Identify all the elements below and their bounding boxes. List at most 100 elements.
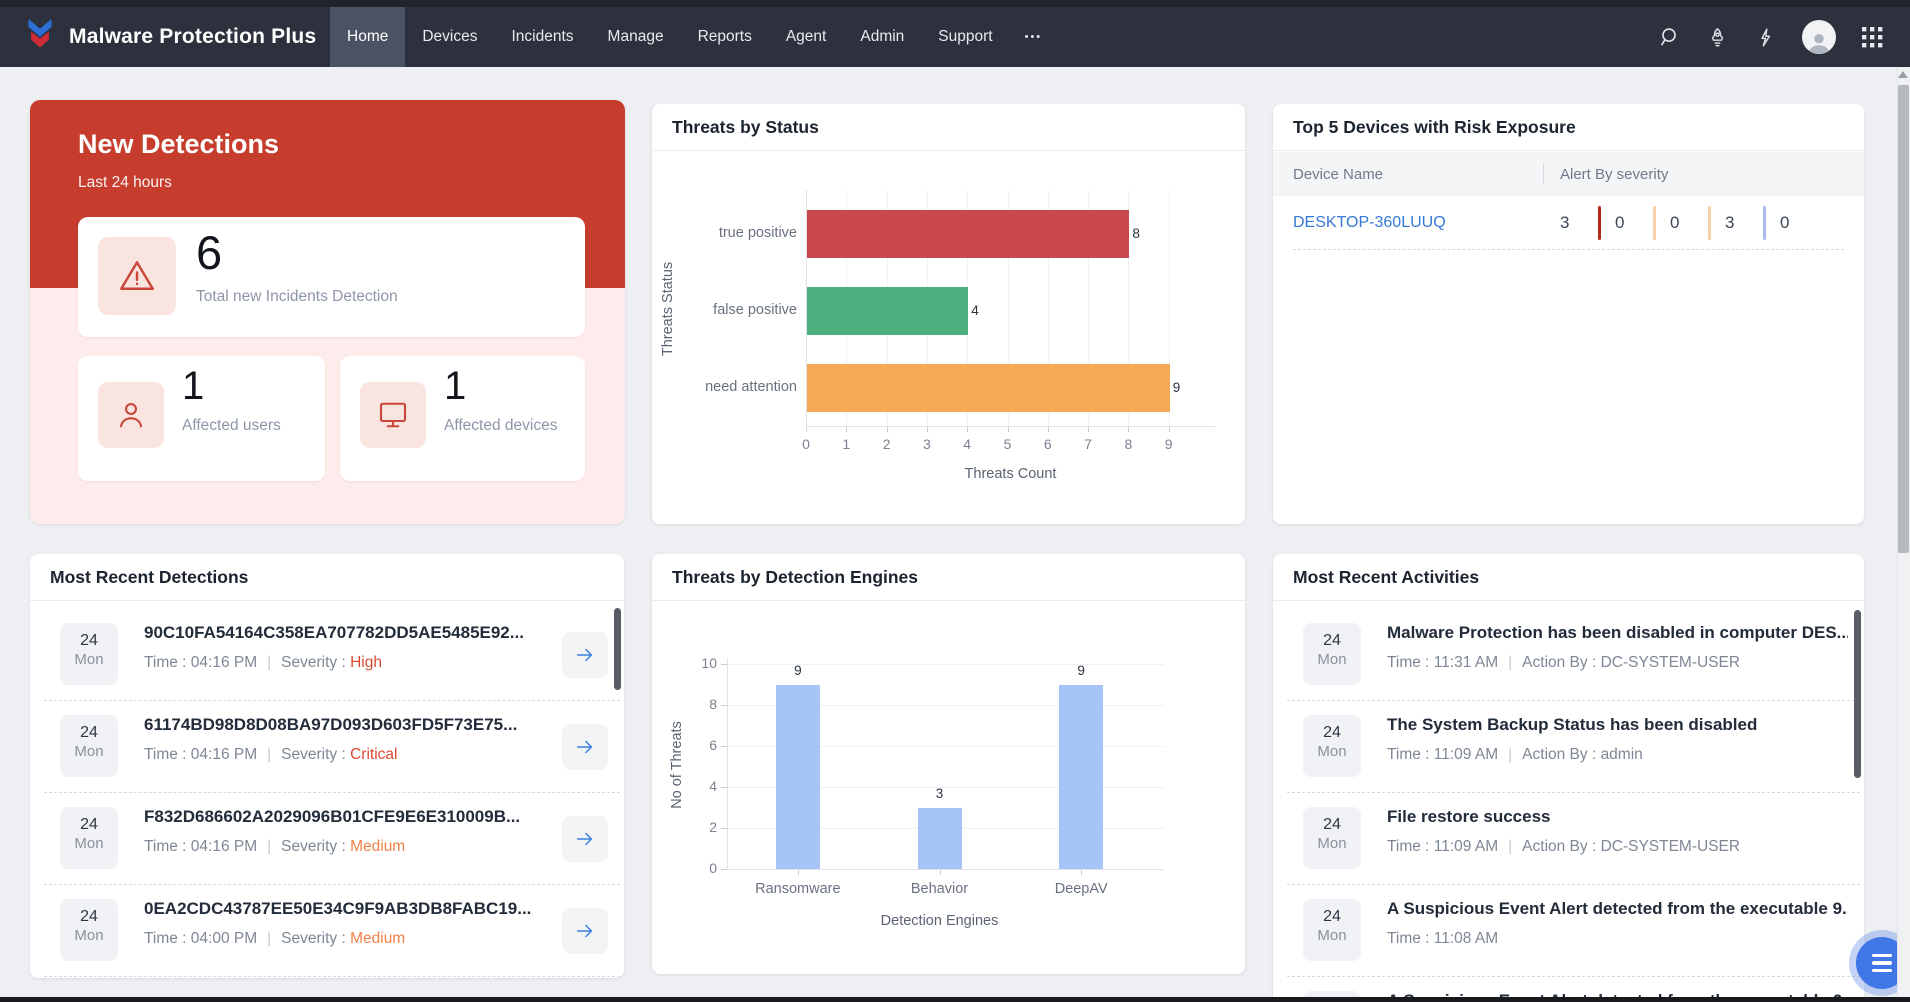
date-badge: 24Mon: [1303, 623, 1361, 685]
recent-detections-list: 24Mon90C10FA54164C358EA707782DD5AE5485E9…: [30, 601, 624, 978]
date-badge: 24Mon: [1303, 715, 1361, 777]
nav-item-manage[interactable]: Manage: [591, 7, 681, 67]
new-detections-subtitle: Last 24 hours: [78, 174, 172, 192]
menu-icon: [1872, 954, 1892, 958]
open-detection-button[interactable]: [562, 816, 608, 862]
engine-bar-behavior: [918, 808, 962, 870]
date-day: 24: [1303, 908, 1361, 926]
user-avatar[interactable]: [1802, 20, 1836, 54]
time-value: Time : 04:16 PM: [144, 654, 257, 671]
page-scrollbar-track[interactable]: [1897, 67, 1910, 997]
date-weekday: Mon: [1303, 651, 1361, 668]
nav-item-support[interactable]: Support: [921, 7, 1009, 67]
severity-label: Severity :: [281, 930, 350, 947]
recent-activities-card: Most Recent Activities 24MonMalware Prot…: [1273, 554, 1864, 1002]
page-scrollbar-thumb[interactable]: [1898, 85, 1909, 553]
activity-text: Malware Protection has been disabled in …: [1387, 623, 1848, 643]
top-nav: Malware Protection Plus HomeDevicesIncid…: [0, 7, 1910, 67]
activity-text: File restore success: [1387, 807, 1740, 827]
activity-row: 24Mon File restore success Time : 11:09 AM…: [1273, 793, 1864, 885]
new-detections-card: New Detections Last 24 hours 6 Total new…: [30, 100, 625, 524]
status-bar-false-positive: [807, 287, 968, 335]
nav-item-admin[interactable]: Admin: [843, 7, 921, 67]
detection-hash: F832D686602A2029096B01CFE9E6E310009B...: [144, 807, 520, 827]
row-meta: Time : 04:16 PM|Severity : High: [144, 654, 524, 672]
device-name-link[interactable]: DESKTOP-360LUUQ: [1273, 214, 1543, 232]
warning-triangle-icon: [98, 237, 176, 315]
affected-devices-value: 1: [444, 364, 466, 409]
action-by-value: Action By : DC-SYSTEM-USER: [1522, 838, 1740, 855]
activity-row: 24MonA Suspicious Event Alert detected f…: [1273, 885, 1864, 977]
row-meta: Time : 11:31 AM|Action By : DC-SYSTEM-US…: [1387, 654, 1848, 672]
date-day: 24: [60, 908, 118, 926]
severity-label: Severity :: [281, 746, 350, 763]
recent-detections-title: Most Recent Detections: [50, 567, 248, 588]
time-value: Time : 04:16 PM: [144, 746, 257, 763]
recent-detections-card: Most Recent Detections 24Mon90C10FA54164…: [30, 554, 624, 978]
engine-bar-ransomware: [776, 685, 820, 870]
panel-scrollbar-thumb[interactable]: [1854, 610, 1861, 778]
detection-engines-chart: 02468109Ransomware3Behavior9DeepAVDetect…: [652, 601, 1245, 974]
date-weekday: Mon: [1303, 743, 1361, 760]
search-icon[interactable]: [1658, 26, 1681, 49]
open-detection-button[interactable]: [562, 724, 608, 770]
nav-item-reports[interactable]: Reports: [681, 7, 769, 67]
brand: Malware Protection Plus: [0, 7, 330, 67]
date-badge: 24Mon: [60, 899, 118, 961]
nav-item-more[interactable]: •••: [1010, 7, 1058, 67]
severity-count: 0: [1780, 213, 1796, 233]
severity-value: High: [350, 654, 382, 671]
date-weekday: Mon: [1303, 835, 1361, 852]
nav-item-home[interactable]: Home: [330, 7, 405, 67]
nav-item-incidents[interactable]: Incidents: [495, 7, 591, 67]
open-detection-button[interactable]: [562, 632, 608, 678]
detection-row: 24Mon61174BD98D8D08BA97D093D603FD5F73E75…: [30, 701, 624, 793]
activity-text: The System Backup Status has been disabl…: [1387, 715, 1757, 735]
new-detections-title: New Detections: [78, 129, 279, 160]
x-axis-title: Detection Engines: [667, 913, 1212, 929]
severity-value: Medium: [350, 838, 405, 855]
malware-protection-dashboard: Malware Protection Plus HomeDevicesIncid…: [0, 0, 1910, 1002]
detection-hash: 0EA2CDC43787EE50E34C9F9AB3DB8FABC19...: [144, 899, 531, 919]
nav-item-devices[interactable]: Devices: [405, 7, 494, 67]
severity-divider: [1763, 206, 1766, 240]
date-weekday: Mon: [60, 651, 118, 668]
date-day: 24: [1303, 816, 1361, 834]
severity-count: 3: [1560, 213, 1576, 233]
date-badge: 24Mon: [1303, 807, 1361, 869]
row-meta: Time : 04:00 PM|Severity : Medium: [144, 930, 531, 948]
severity-divider: [1598, 206, 1601, 240]
total-incidents-value: 6: [196, 225, 222, 280]
recent-activities-title: Most Recent Activities: [1293, 567, 1479, 588]
detection-row: 24Mon 0EA2CDC43787EE50E34C9F9AB3DB8FABC19…: [30, 885, 624, 977]
col-device-name: Device Name: [1273, 166, 1543, 183]
date-badge: 24Mon: [1303, 899, 1361, 961]
date-weekday: Mon: [60, 743, 118, 760]
apps-grid-icon[interactable]: [1861, 26, 1884, 49]
severity-count: 0: [1670, 213, 1686, 233]
nav-item-agent[interactable]: Agent: [769, 7, 844, 67]
threats-by-status-chart: 0123456789true positive8false positive4n…: [652, 151, 1245, 524]
panel-scrollbar-thumb[interactable]: [614, 608, 621, 690]
severity-divider: [1653, 206, 1656, 240]
severity-count: 0: [1615, 213, 1631, 233]
row-meta: Time : 11:09 AM|Action By : admin: [1387, 746, 1757, 764]
flash-icon[interactable]: [1754, 26, 1777, 49]
threats-by-status-title: Threats by Status: [672, 117, 819, 138]
date-day: 24: [1303, 632, 1361, 650]
severity-value: Critical: [350, 746, 397, 763]
detection-row: 24Mon90C10FA54164C358EA707782DD5AE5485E9…: [30, 609, 624, 701]
rocket-icon[interactable]: [1706, 26, 1729, 49]
y-axis-title: No of Threats: [669, 710, 685, 820]
open-detection-button[interactable]: [562, 908, 608, 954]
recent-activities-list: 24MonMalware Protection has been disable…: [1273, 601, 1864, 1002]
row-meta: Time : 11:09 AM|Action By : DC-SYSTEM-US…: [1387, 838, 1740, 856]
action-by-value: Action By : admin: [1522, 746, 1643, 763]
detection-engines-card: Threats by Detection Engines 02468109Ran…: [652, 554, 1245, 974]
affected-devices-tile: 1 Affected devices: [340, 356, 585, 481]
scrollbar-up-arrow[interactable]: [1898, 71, 1908, 78]
detection-hash: 61174BD98D8D08BA97D093D603FD5F73E75...: [144, 715, 517, 735]
total-incidents-tile: 6 Total new Incidents Detection: [78, 217, 585, 337]
col-alert-severity: Alert By severity: [1544, 166, 1668, 183]
affected-users-label: Affected users: [182, 416, 307, 436]
